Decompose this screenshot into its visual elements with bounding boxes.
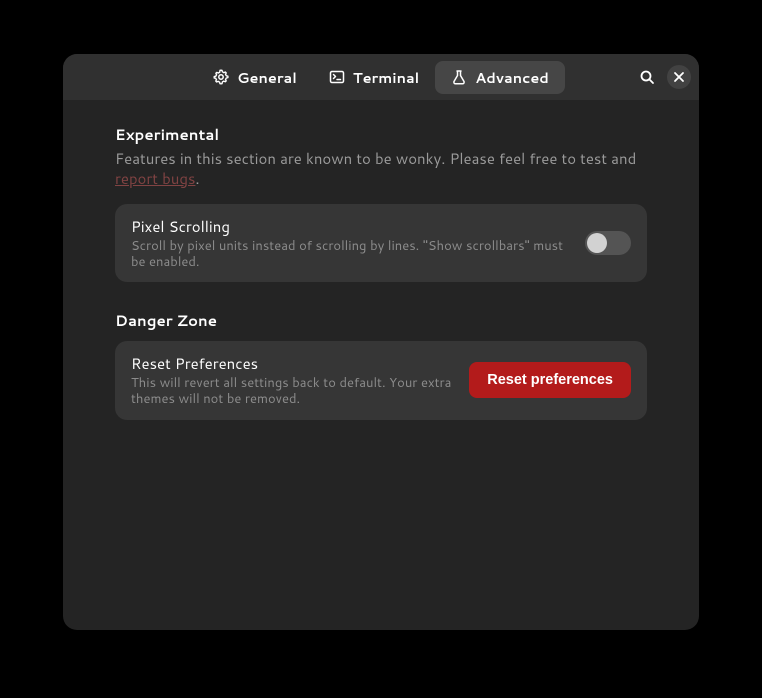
section-title: Danger Zone (115, 310, 647, 331)
row-text: Reset Preferences This will revert all s… (131, 353, 453, 408)
section-experimental: Experimental Features in this section ar… (115, 124, 647, 282)
tab-label: Terminal (353, 67, 419, 88)
pixel-scrolling-row: Pixel Scrolling Scroll by pixel units in… (115, 204, 647, 283)
row-text: Pixel Scrolling Scroll by pixel units in… (131, 216, 569, 271)
reset-preferences-button[interactable]: Reset preferences (469, 362, 631, 398)
content-area: Experimental Features in this section ar… (63, 100, 699, 630)
row-subtitle: Scroll by pixel units instead of scrolli… (131, 238, 569, 271)
desc-text: Features in this section are known to be… (115, 148, 636, 169)
flask-icon (451, 69, 467, 85)
preferences-window: General Terminal Advance (63, 54, 699, 630)
terminal-icon (329, 69, 345, 85)
search-button[interactable] (635, 65, 659, 89)
tab-general[interactable]: General (197, 61, 313, 94)
search-icon (639, 69, 655, 85)
tab-advanced[interactable]: Advanced (435, 61, 565, 94)
report-bugs-link[interactable]: report bugs (115, 168, 195, 189)
header-actions (635, 54, 691, 100)
header-bar: General Terminal Advance (63, 54, 699, 100)
close-button[interactable] (667, 65, 691, 89)
gear-icon (213, 69, 229, 85)
row-title: Reset Preferences (131, 353, 453, 374)
row-title: Pixel Scrolling (131, 216, 569, 237)
section-danger-zone: Danger Zone Reset Preferences This will … (115, 310, 647, 420)
pixel-scrolling-toggle[interactable] (585, 231, 631, 255)
close-icon (673, 71, 685, 83)
tab-label: General (237, 67, 297, 88)
tab-terminal[interactable]: Terminal (313, 61, 435, 94)
tab-label: Advanced (475, 67, 549, 88)
section-description: Features in this section are known to be… (115, 149, 647, 190)
row-subtitle: This will revert all settings back to de… (131, 375, 453, 408)
tab-bar: General Terminal Advance (197, 61, 565, 94)
reset-preferences-row: Reset Preferences This will revert all s… (115, 341, 647, 420)
toggle-knob (587, 233, 607, 253)
section-title: Experimental (115, 124, 647, 145)
desc-text-post: . (195, 168, 199, 189)
